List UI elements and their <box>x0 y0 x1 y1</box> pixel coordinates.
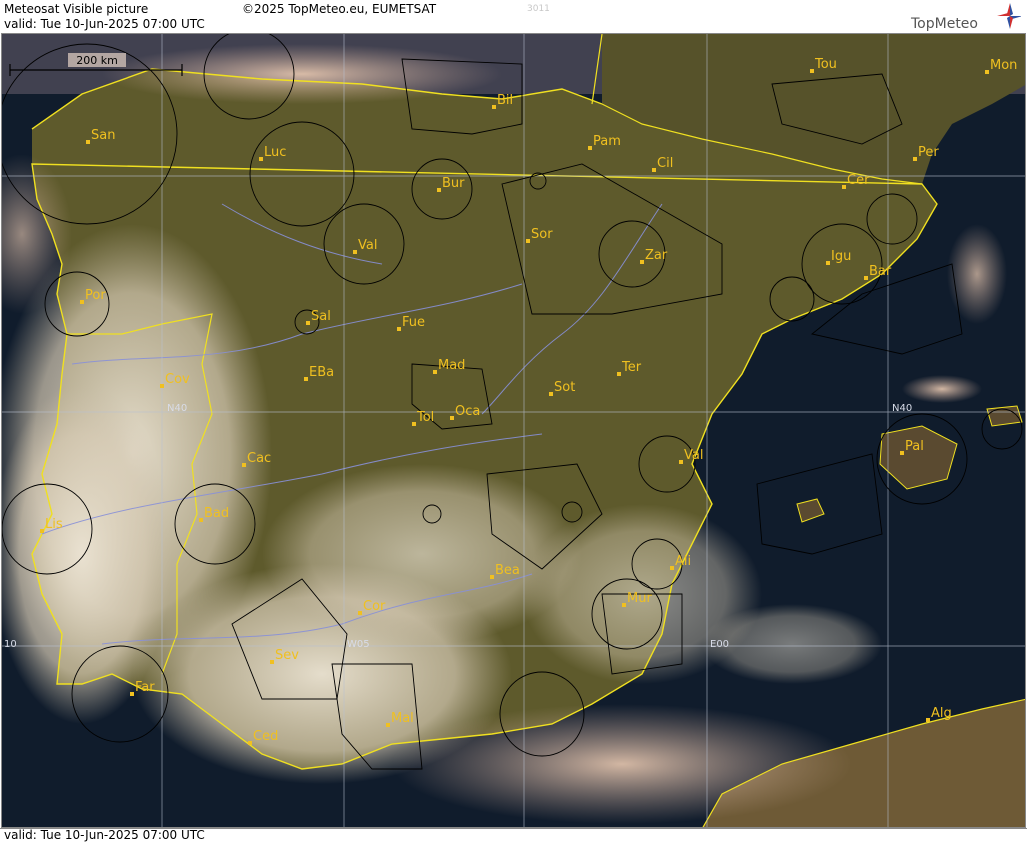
valid-time: valid: Tue 10-Jun-2025 07:00 UTC <box>4 17 205 31</box>
compass-star-icon <box>997 3 1021 29</box>
city-label-bil: Bil <box>497 93 513 108</box>
city-marker-bea <box>490 575 494 579</box>
city-label-mal: Mal <box>391 711 414 726</box>
city-label-por: Por <box>85 288 106 303</box>
city-marker-zar <box>640 260 644 264</box>
city-label-ali: Ali <box>675 554 691 569</box>
city-label-ter: Ter <box>621 360 642 375</box>
city-label-ced: Ced <box>253 729 278 744</box>
city-label-far: Far <box>135 680 155 695</box>
map-title: Meteosat Visible picture <box>4 2 149 16</box>
city-label-val1: Val <box>358 238 377 253</box>
city-label-sot: Sot <box>554 380 575 395</box>
city-label-alg: Alg <box>931 706 952 721</box>
city-label-oca: Oca <box>455 404 480 419</box>
city-label-eba: EBa <box>309 365 334 380</box>
city-label-cac: Cac <box>247 451 271 466</box>
city-label-mur: Mur <box>627 591 652 606</box>
city-marker-por <box>80 300 84 304</box>
cloud-mediterranean-2 <box>902 375 982 403</box>
city-marker-val1 <box>353 250 357 254</box>
lon-label-w10: 10 <box>4 639 17 650</box>
lon-label-w05: W05 <box>347 639 370 650</box>
city-marker-mad <box>433 370 437 374</box>
city-marker-sot <box>549 392 553 396</box>
city-marker-igu <box>826 261 830 265</box>
city-label-zar: Zar <box>645 248 668 263</box>
city-marker-per <box>913 157 917 161</box>
city-marker-sor <box>526 239 530 243</box>
city-marker-fue <box>397 327 401 331</box>
cloud-gulf-lion <box>947 224 1007 324</box>
city-marker-pal <box>900 451 904 455</box>
city-label-val2: Val <box>684 448 703 463</box>
satellite-map[interactable]: 200 km N40 N40 W05 E00 10 San Luc Bil Tou Mo… <box>1 33 1026 828</box>
city-label-sev: Sev <box>275 648 299 663</box>
city-label-cer: Cer <box>847 173 870 188</box>
city-marker-mal <box>386 723 390 727</box>
city-marker-ali <box>670 566 674 570</box>
city-marker-sev <box>270 660 274 664</box>
city-marker-tou <box>810 69 814 73</box>
city-marker-lis <box>40 529 44 533</box>
lat-label-east: N40 <box>892 403 912 414</box>
city-marker-cil <box>652 168 656 172</box>
city-marker-bad <box>199 518 203 522</box>
city-label-tou: Tou <box>814 57 837 72</box>
city-label-mad: Mad <box>438 358 465 373</box>
city-marker-far <box>130 692 134 696</box>
city-label-luc: Luc <box>264 145 286 160</box>
city-label-lis: Lis <box>45 517 63 532</box>
scale-label: 200 km <box>76 54 118 67</box>
city-marker-sal <box>306 321 310 325</box>
city-label-per: Per <box>918 145 939 160</box>
image-code: 3011 <box>527 4 550 14</box>
city-marker-bil <box>492 105 496 109</box>
city-label-sal: Sal <box>311 309 331 324</box>
city-marker-eba <box>304 377 308 381</box>
city-label-cov: Cov <box>165 372 190 387</box>
city-marker-mur <box>622 603 626 607</box>
city-label-pal: Pal <box>905 439 924 454</box>
city-marker-cor <box>358 611 362 615</box>
city-marker-ced <box>248 741 252 745</box>
city-label-fue: Fue <box>402 315 425 330</box>
city-label-bar: Bar <box>869 264 892 279</box>
city-marker-luc <box>259 157 263 161</box>
footer-valid-time: valid: Tue 10-Jun-2025 07:00 UTC <box>4 828 205 842</box>
city-label-cor: Cor <box>363 599 386 614</box>
city-marker-tol <box>412 422 416 426</box>
lat-label-west: N40 <box>167 403 187 414</box>
city-label-pam: Pam <box>593 134 621 149</box>
city-marker-val2 <box>679 460 683 464</box>
lon-label-e00: E00 <box>710 639 729 650</box>
city-label-bur: Bur <box>442 176 465 191</box>
city-marker-cov <box>160 384 164 388</box>
city-marker-oca <box>450 416 454 420</box>
city-label-igu: Igu <box>831 249 851 264</box>
city-marker-mon <box>985 70 989 74</box>
city-label-sor: Sor <box>531 227 553 242</box>
city-label-cil: Cil <box>657 156 673 171</box>
city-marker-pam <box>588 146 592 150</box>
city-marker-cer <box>842 185 846 189</box>
city-marker-san <box>86 140 90 144</box>
city-marker-bur <box>437 188 441 192</box>
city-label-tol: Tol <box>416 410 434 425</box>
topmeteo-logo: TopMeteo <box>911 2 1021 32</box>
city-marker-alg <box>926 718 930 722</box>
city-label-san: San <box>91 128 115 143</box>
city-marker-cac <box>242 463 246 467</box>
city-marker-bar <box>864 276 868 280</box>
city-label-bea: Bea <box>495 563 520 578</box>
copyright: ©2025 TopMeteo.eu, EUMETSAT <box>242 2 437 16</box>
city-label-mon: Mon <box>990 58 1017 73</box>
city-label-bad: Bad <box>204 506 229 521</box>
city-marker-ter <box>617 372 621 376</box>
